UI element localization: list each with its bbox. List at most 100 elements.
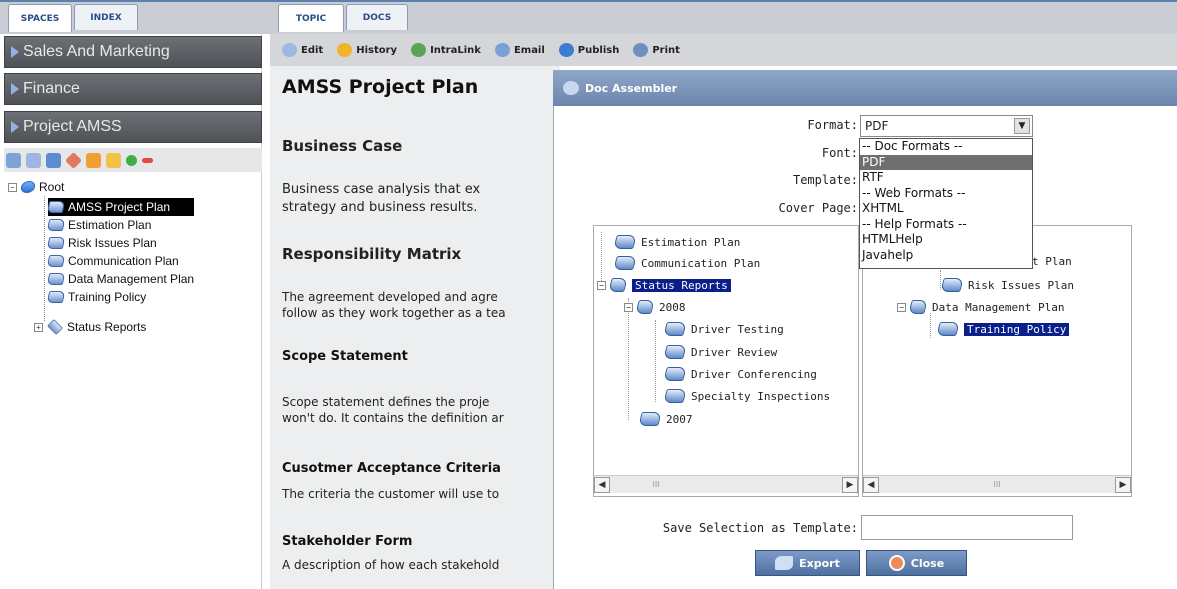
edit-topic-icon[interactable] [26, 152, 41, 168]
collapse-icon[interactable]: − [8, 182, 17, 192]
move-topic-icon[interactable] [65, 151, 82, 169]
section-text: The agreement developed and agre [282, 290, 498, 304]
tab-docs[interactable]: DOCS [346, 4, 408, 30]
tree-label: t Plan [1032, 254, 1072, 268]
button-label: Edit [301, 44, 324, 56]
space-project-amss[interactable]: Project AMSS [4, 111, 262, 143]
tree-item-driver-review[interactable]: Driver Review [663, 341, 777, 363]
format-option-javahelp[interactable]: Javahelp [860, 248, 1032, 264]
tree-label: Estimation Plan [68, 218, 152, 232]
tree-guide [44, 196, 45, 321]
close-button[interactable]: Close [866, 550, 967, 576]
page-title: AMSS Project Plan [282, 76, 479, 98]
tree-item-communication-plan[interactable]: Communication Plan [46, 252, 194, 270]
tree-item-plan-partial[interactable]: t Plan [1032, 250, 1072, 272]
space-sales-and-marketing[interactable]: Sales And Marketing [4, 36, 262, 68]
tree-item-estimation-plan[interactable]: Estimation Plan [46, 216, 194, 234]
tree-item-specialty-inspections[interactable]: Specialty Inspections [663, 385, 830, 407]
tree-root[interactable]: − Root [8, 178, 64, 196]
scroll-right-icon[interactable]: ▶ [1114, 476, 1131, 493]
collapse-icon[interactable]: − [897, 302, 906, 312]
tree-item-data-management-plan[interactable]: − Data Management Plan [897, 296, 1064, 318]
chevron-down-icon[interactable]: ▼ [1014, 118, 1030, 134]
tree-toolbar [4, 148, 262, 172]
tree-item-estimation-plan[interactable]: Estimation Plan [613, 231, 741, 253]
scroll-left-icon[interactable]: ◀ [863, 476, 879, 493]
import-icon[interactable] [86, 152, 101, 168]
save-template-input[interactable] [861, 515, 1073, 540]
tab-index[interactable]: INDEX [74, 4, 138, 30]
new-topic-icon[interactable] [6, 152, 21, 168]
delete-icon[interactable] [142, 157, 153, 163]
tree-item-status-reports[interactable]: + Status Reports [34, 318, 146, 336]
right-tree-hscrollbar[interactable]: ◀ III ▶ [863, 475, 1131, 493]
books-icon [608, 278, 628, 292]
section-text: Scope statement defines the proje [282, 395, 490, 409]
section-text: strategy and business results. [282, 200, 478, 215]
tree-item-training-policy[interactable]: Training Policy [46, 288, 194, 306]
publish-icon [558, 43, 574, 57]
section-text: follow as they work together as a tea [282, 306, 506, 320]
tree-item-amss-project-plan[interactable]: AMSS Project Plan [46, 198, 195, 216]
book-icon [940, 278, 964, 292]
copy-topic-icon[interactable] [46, 152, 61, 168]
format-option-xhtml[interactable]: XHTML [860, 201, 1032, 217]
button-label: Email [513, 44, 545, 56]
button-label: Print [652, 44, 680, 56]
scroll-thumb[interactable]: III [652, 480, 659, 489]
left-tree-hscrollbar[interactable]: ◀ III ▶ [594, 475, 858, 493]
publish-button[interactable]: Publish [558, 43, 619, 57]
tree-label: Driver Conferencing [691, 367, 817, 381]
tree-label: Data Management Plan [68, 272, 195, 286]
format-option-htmlhelp[interactable]: HTMLHelp [860, 232, 1032, 248]
format-option-rtf[interactable]: RTF [860, 170, 1032, 186]
space-label: Project AMSS [23, 118, 122, 135]
collapse-icon[interactable]: − [624, 302, 633, 312]
tab-topic[interactable]: TOPIC [278, 4, 344, 32]
dialog-titlebar[interactable]: Doc Assembler [553, 70, 1177, 106]
section-text: won't do. It contains the definition ar [282, 411, 504, 425]
add-icon[interactable] [126, 154, 137, 166]
space-label: Finance [23, 80, 80, 97]
tree-item-training-policy[interactable]: Training Policy [936, 318, 1070, 340]
collapse-icon[interactable]: − [597, 280, 606, 290]
tree-item-driver-conferencing[interactable]: Driver Conferencing [663, 363, 817, 385]
space-finance[interactable]: Finance [4, 73, 262, 105]
section-heading: Stakeholder Form [282, 534, 413, 549]
tree-item-driver-testing[interactable]: Driver Testing [663, 318, 784, 340]
topic-tree-children: AMSS Project Plan Estimation Plan Risk I… [46, 198, 195, 306]
topic-tree: − Root [8, 178, 64, 196]
export-button[interactable]: Export [755, 550, 860, 576]
tree-item-risk-issues-plan[interactable]: Risk Issues Plan [46, 234, 194, 252]
tree-item-2008[interactable]: − 2008 [624, 296, 686, 318]
format-option-pdf[interactable]: PDF [860, 154, 1032, 170]
tab-spaces[interactable]: SPACES [8, 4, 72, 32]
history-button[interactable]: History [337, 43, 397, 57]
close-icon [888, 555, 905, 571]
format-select[interactable]: PDF ▼ [860, 115, 1033, 137]
scroll-right-icon[interactable]: ▶ [841, 476, 858, 493]
tree-item-risk-issues-plan[interactable]: Risk Issues Plan [940, 274, 1074, 296]
page-icon [663, 367, 687, 381]
tree-item-communication-plan[interactable]: Communication Plan [613, 252, 761, 274]
tree-label: Estimation Plan [641, 235, 741, 249]
format-dropdown-list[interactable]: -- Doc Formats -- PDF RTF -- Web Formats… [859, 138, 1033, 269]
topic-icon [46, 291, 66, 303]
scroll-left-icon[interactable]: ◀ [594, 476, 610, 493]
tree-item-status-reports[interactable]: − Status Reports [597, 274, 731, 296]
expand-icon[interactable]: + [34, 322, 43, 332]
tree-item-data-management-plan[interactable]: Data Management Plan [46, 270, 195, 288]
edit-button[interactable]: Edit [282, 43, 323, 57]
tree-item-2007[interactable]: 2007 [638, 408, 693, 430]
section-text: The criteria the customer will use to [282, 487, 500, 501]
export-icon[interactable] [106, 152, 121, 168]
print-button[interactable]: Print [633, 43, 680, 57]
scroll-thumb[interactable]: III [993, 480, 1000, 489]
page-icon [638, 412, 662, 426]
intralink-button[interactable]: IntraLink [411, 43, 481, 57]
dialog-title: Doc Assembler [585, 81, 678, 95]
tree-label: Status Reports [632, 278, 731, 292]
tree-label: Communication Plan [641, 256, 761, 270]
pencil-icon [282, 43, 297, 57]
email-button[interactable]: Email [494, 43, 545, 57]
